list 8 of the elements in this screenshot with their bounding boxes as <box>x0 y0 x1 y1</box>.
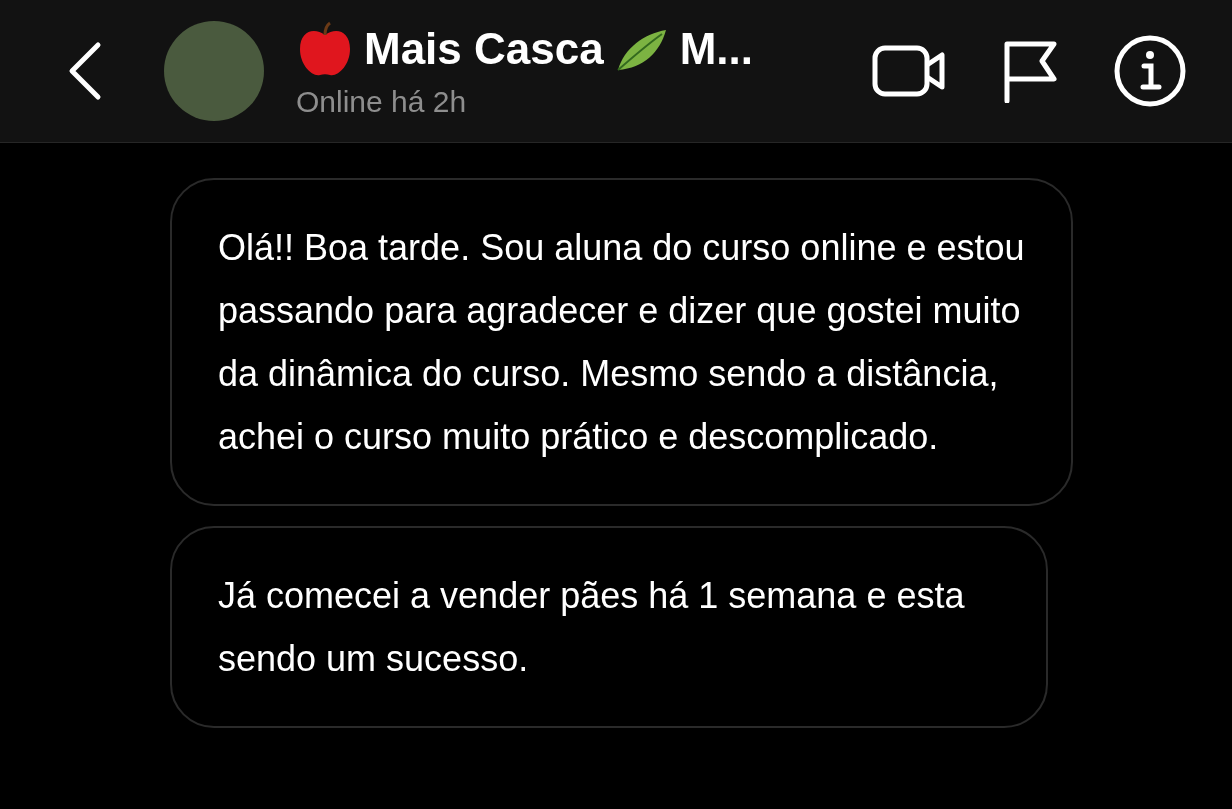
message-text: Olá!! Boa tarde. Sou aluna do curso online e estou passando para agradecer e dizer que gostei muito da dinâmica do curso. Mesmo sendo a distância, achei o curso muito prático e descomplicado. <box>218 226 1025 459</box>
chat-title: Mais Casca <box>364 27 604 72</box>
chat-title-truncated: M... <box>679 27 754 72</box>
flag-icon[interactable] <box>1002 39 1058 103</box>
online-status: Online há 2h <box>296 84 468 121</box>
video-camera-icon[interactable] <box>872 43 946 99</box>
info-icon[interactable] <box>1114 35 1186 107</box>
message-text: Já comecei a vender pães há 1 semana e esta sendo um sucesso. <box>218 574 966 681</box>
